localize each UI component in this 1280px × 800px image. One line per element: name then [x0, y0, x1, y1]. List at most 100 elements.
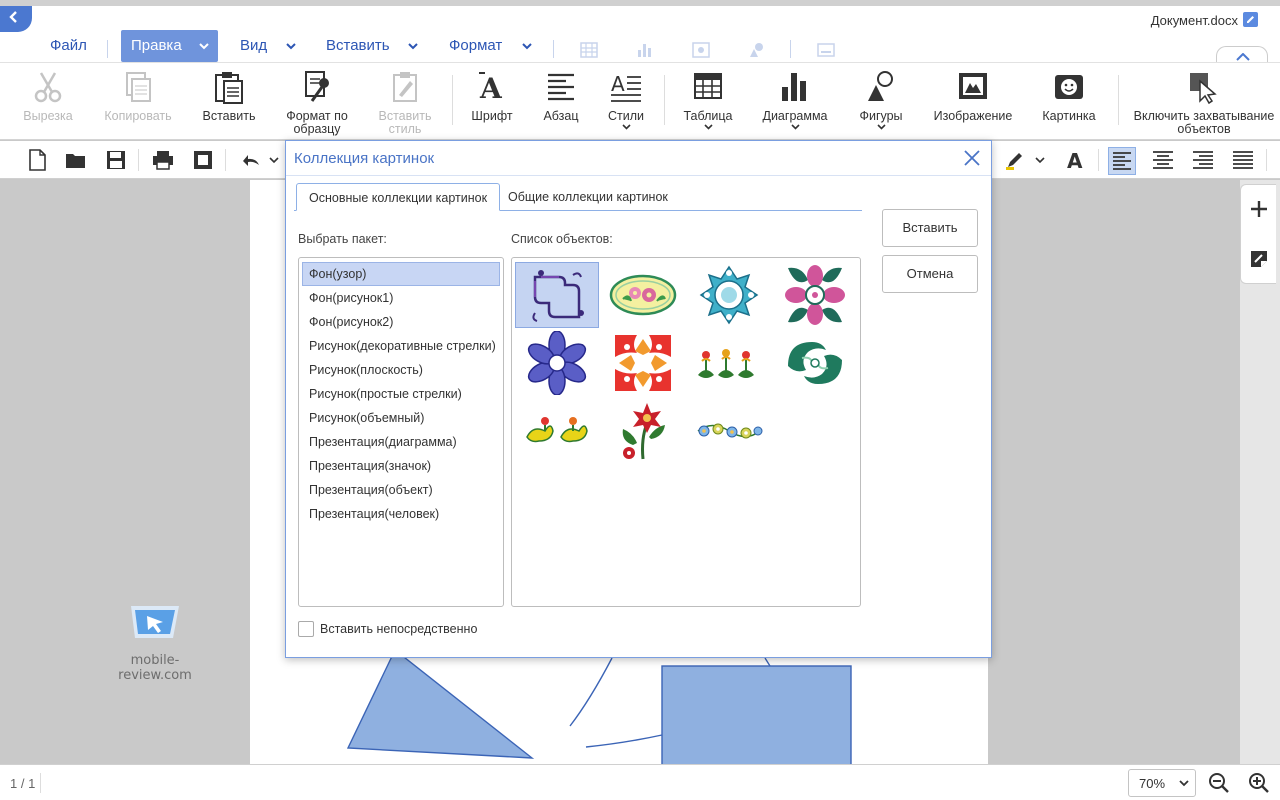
clipart-dialog: Коллекция картинок Основные коллекции ка… — [285, 140, 992, 658]
clipboard-icon — [215, 72, 243, 104]
print-preview-icon[interactable] — [192, 149, 214, 171]
connector-line — [569, 657, 613, 727]
menu-insert[interactable]: Вставить — [326, 30, 390, 62]
memo-icon[interactable] — [1249, 249, 1269, 269]
chevron-down-icon[interactable] — [268, 149, 280, 171]
format-painter-label: Формат по образцу — [286, 109, 348, 136]
object-capture-button[interactable]: Включить захватывание объектов — [1130, 69, 1278, 136]
align-center-icon[interactable] — [1152, 149, 1174, 171]
zoom-in-icon[interactable] — [1248, 772, 1270, 794]
menu-format[interactable]: Формат — [449, 30, 502, 62]
new-document-icon[interactable] — [26, 149, 48, 171]
list-item[interactable]: Презентация(диаграмма) — [302, 430, 500, 454]
list-item[interactable]: Фон(узор) — [302, 262, 500, 286]
align-right-icon[interactable] — [1192, 149, 1214, 171]
paste-style-label: Вставить стиль — [378, 109, 432, 136]
shapes-icon — [750, 43, 763, 57]
toolbar-divider — [225, 149, 226, 171]
clipart-corner-ornament[interactable] — [515, 262, 599, 328]
menu-divider — [107, 40, 108, 58]
clipart-purple-flower[interactable] — [515, 330, 599, 396]
menu-edit[interactable]: Правка — [121, 30, 218, 62]
chevron-down-icon[interactable] — [286, 43, 296, 50]
watermark-logo-icon — [131, 606, 179, 638]
clipart-green-swirl[interactable] — [773, 330, 857, 396]
chevron-down-icon — [703, 124, 713, 130]
yellow-birds-image — [526, 417, 588, 443]
close-icon[interactable] — [961, 147, 983, 169]
format-painter-button[interactable]: Формат по образцу — [280, 69, 354, 136]
list-item[interactable]: Фон(рисунок2) — [302, 310, 500, 334]
chevron-down-icon[interactable] — [408, 43, 418, 50]
cancel-button[interactable]: Отмена — [882, 255, 978, 293]
list-item[interactable]: Рисунок(объемный) — [302, 406, 500, 430]
undo-icon[interactable] — [240, 149, 262, 171]
paste-button[interactable]: Вставить — [198, 69, 260, 123]
plus-icon[interactable] — [1249, 199, 1269, 219]
align-justify-icon[interactable] — [1232, 149, 1254, 171]
toolbar-divider — [138, 149, 139, 171]
blue-ornament-image — [699, 265, 759, 325]
clipart-button[interactable]: Картинка — [1036, 69, 1102, 123]
package-list[interactable]: Фон(узор) Фон(рисунок1) Фон(рисунок2) Ри… — [298, 257, 504, 607]
page-indicator: 1 / 1 — [10, 776, 36, 791]
highlighter-icon[interactable] — [1004, 149, 1026, 171]
open-folder-icon[interactable] — [65, 149, 87, 171]
clipart-red-tile-ornament[interactable] — [601, 330, 685, 396]
shapes-button[interactable]: Фигуры — [852, 69, 910, 130]
list-item[interactable]: Презентация(значок) — [302, 454, 500, 478]
print-icon[interactable] — [152, 149, 174, 171]
insert-directly-checkbox[interactable] — [298, 621, 314, 637]
tab-shared-collections[interactable]: Общие коллекции картинок — [496, 183, 680, 211]
cut-button[interactable]: Вырезка — [18, 69, 78, 123]
chevron-down-icon[interactable] — [1034, 149, 1046, 171]
clipart-blue-ornament[interactable] — [687, 262, 771, 328]
paragraph-icon — [548, 73, 574, 101]
pink-flower-ornament-image — [785, 265, 845, 325]
ribbon: Вырезка Копировать Вставить Формат по об… — [0, 62, 1280, 140]
list-item[interactable]: Рисунок(плоскость) — [302, 358, 500, 382]
paragraph-button[interactable]: Абзац — [536, 69, 586, 123]
chevron-down-icon[interactable] — [522, 43, 532, 50]
image-button[interactable]: Изображение — [930, 69, 1016, 123]
zoom-out-icon[interactable] — [1208, 772, 1230, 794]
save-icon[interactable] — [105, 149, 127, 171]
red-tile-ornament-image — [615, 335, 671, 391]
menu-file[interactable]: Файл — [50, 30, 87, 62]
clipart-flower-oval[interactable] — [601, 262, 685, 328]
list-item[interactable]: Рисунок(простые стрелки) — [302, 382, 500, 406]
document-title: Документ.docx — [1150, 13, 1238, 28]
clipart-pink-flower-ornament[interactable] — [773, 262, 857, 328]
menu-view[interactable]: Вид — [240, 30, 267, 62]
list-item[interactable]: Рисунок(декоративные стрелки) — [302, 334, 500, 358]
shapes-label: Фигуры — [859, 109, 903, 123]
back-button[interactable] — [0, 6, 32, 32]
menu-bar: Документ.docx Файл Правка Вид Вставить Ф… — [0, 0, 1280, 68]
table-button[interactable]: Таблица — [678, 69, 738, 130]
styles-button[interactable]: A Стили — [602, 69, 650, 130]
clipart-yellow-birds[interactable] — [515, 398, 599, 464]
font-button[interactable]: A Шрифт — [466, 69, 518, 123]
list-item[interactable]: Фон(рисунок1) — [302, 286, 500, 310]
list-item[interactable]: Презентация(объект) — [302, 478, 500, 502]
insert-button[interactable]: Вставить — [882, 209, 978, 247]
objects-list[interactable] — [511, 257, 861, 607]
watermark-text: mobile-review.com — [118, 653, 192, 683]
clipart-flower-chain[interactable] — [687, 398, 771, 464]
clipart-green-sprout-border[interactable] — [687, 330, 771, 396]
clipart-red-flower-sprig[interactable] — [601, 398, 685, 464]
align-left-icon[interactable] — [1108, 147, 1136, 175]
tab-basic-collections[interactable]: Основные коллекции картинок — [296, 183, 501, 211]
chart-button[interactable]: Диаграмма — [756, 69, 834, 130]
rename-document-button[interactable] — [1243, 12, 1258, 27]
svg-text:A: A — [611, 72, 625, 96]
zoom-select[interactable]: 70% — [1128, 769, 1196, 797]
paste-style-icon — [393, 72, 417, 102]
font-color-icon[interactable]: A — [1064, 149, 1086, 171]
scissors-icon — [34, 72, 62, 103]
list-item[interactable]: Презентация(человек) — [302, 502, 500, 526]
copy-button[interactable]: Копировать — [100, 69, 176, 123]
paste-style-button[interactable]: Вставить стиль — [372, 69, 438, 136]
watermark: mobile-review.com — [100, 600, 210, 683]
shapes-icon — [868, 71, 893, 101]
